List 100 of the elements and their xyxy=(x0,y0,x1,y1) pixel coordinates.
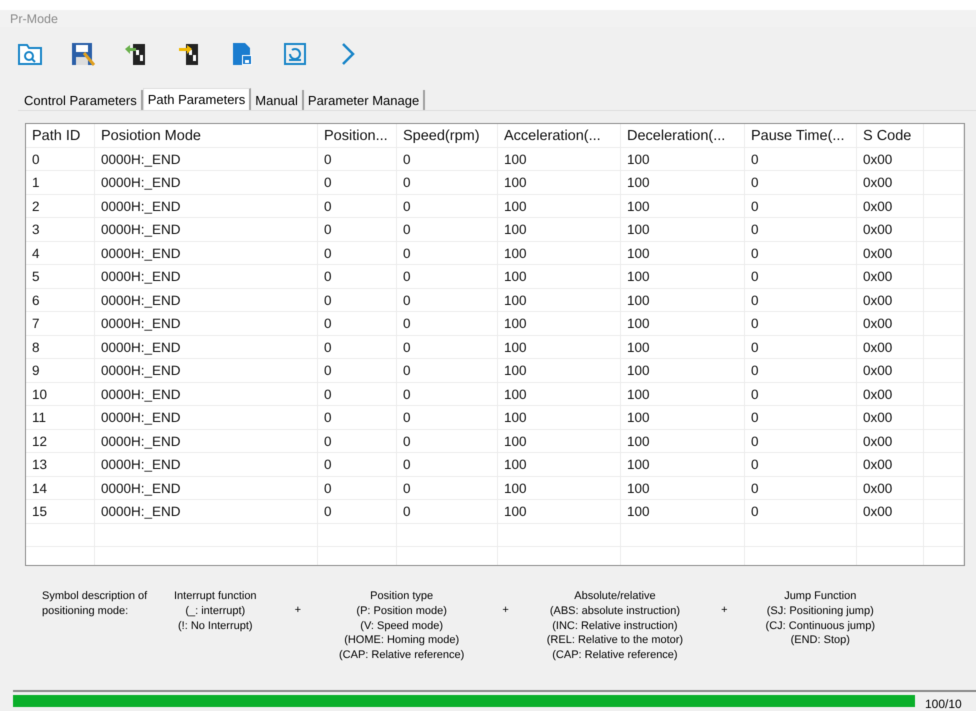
table-cell: 0 xyxy=(745,406,857,429)
table-cell: 13 xyxy=(26,453,95,476)
table-cell: 0 xyxy=(397,288,498,312)
table-cell: 100 xyxy=(621,382,745,406)
table-cell: 0 xyxy=(318,242,397,264)
table-cell: 0x00 xyxy=(857,288,924,312)
column-header[interactable]: Posiotion Mode xyxy=(95,124,318,147)
table-cell: 0 xyxy=(397,242,498,264)
column-header[interactable]: Deceleration(... xyxy=(621,124,745,147)
table-cell: 0 xyxy=(318,406,397,429)
table-cell: 0 xyxy=(745,148,857,170)
table-cell: 100 xyxy=(621,171,745,194)
table-cell: 0 xyxy=(745,359,857,382)
plus-sign: + xyxy=(294,603,301,618)
table-cell: 0x00 xyxy=(857,430,924,452)
table-cell: 0x00 xyxy=(857,312,924,335)
table-cell: 100 xyxy=(621,265,745,288)
table-cell: 100 xyxy=(498,242,621,264)
table-cell: 0 xyxy=(318,194,397,218)
table-cell: 5 xyxy=(26,265,95,288)
column-header[interactable]: S Code xyxy=(857,124,924,147)
table-cell: 0 xyxy=(318,312,397,335)
plus-sign: + xyxy=(502,603,509,618)
table-cell: 0x00 xyxy=(857,242,924,264)
table-cell: 10 xyxy=(26,382,95,406)
table-cell: 0000H:_END xyxy=(95,171,318,194)
table-cell: 0x00 xyxy=(857,453,924,476)
table-cell: 0x00 xyxy=(857,171,924,194)
table-cell: 14 xyxy=(26,476,95,500)
table-cell: 0 xyxy=(318,218,397,241)
table-cell: 0 xyxy=(318,265,397,288)
table-cell: 0x00 xyxy=(857,406,924,429)
table-cell: 100 xyxy=(621,288,745,312)
table-cell: 0000H:_END xyxy=(95,430,318,452)
progress-reading: 100/10 xyxy=(925,697,962,711)
table-cell: 0 xyxy=(397,218,498,241)
table-cell: 100 xyxy=(498,500,621,523)
table-cell: 0 xyxy=(318,359,397,382)
table-cell: 0000H:_END xyxy=(95,265,318,288)
table-cell: 100 xyxy=(621,430,745,452)
column-header[interactable]: Pause Time(... xyxy=(745,124,857,147)
table-cell: 0000H:_END xyxy=(95,406,318,429)
table-cell: 0 xyxy=(397,406,498,429)
column-header[interactable]: Position... xyxy=(318,124,397,147)
table-cell: 0000H:_END xyxy=(95,359,318,382)
table-cell: 0 xyxy=(318,148,397,170)
table-cell: 100 xyxy=(621,453,745,476)
table-cell: 100 xyxy=(621,312,745,335)
table-cell: 0 xyxy=(745,242,857,264)
table-cell: 100 xyxy=(498,336,621,358)
table-cell: 0 xyxy=(745,288,857,312)
table-cell: 0 xyxy=(745,336,857,358)
table-cell: 100 xyxy=(621,359,745,382)
table-cell: 100 xyxy=(621,406,745,429)
table-cell: 100 xyxy=(498,382,621,406)
table-cell: 0000H:_END xyxy=(95,288,318,312)
table-cell: 0 xyxy=(318,288,397,312)
table-cell: 15 xyxy=(26,500,95,523)
table-cell: 0 xyxy=(397,171,498,194)
plus-sign: + xyxy=(721,603,728,618)
table-cell: 0 xyxy=(745,171,857,194)
table-cell: 0 xyxy=(397,453,498,476)
table-cell: 0x00 xyxy=(857,336,924,358)
table-cell: 0 xyxy=(318,430,397,452)
table-cell: 100 xyxy=(498,194,621,218)
table-cell: 4 xyxy=(26,242,95,264)
table-cell: 11 xyxy=(26,406,95,429)
table-cell: 8 xyxy=(26,336,95,358)
legend-group: Absolute/relative (ABS: absolute instruction) (INC: Relative instruction) (REL: Relative to the motor) (CAP: Relative reference) xyxy=(546,589,684,668)
table-cell: 2 xyxy=(26,194,95,218)
table-cell: 7 xyxy=(26,312,95,335)
column-header[interactable]: Acceleration(... xyxy=(498,124,621,147)
table-cell: 100 xyxy=(498,453,621,476)
column-header[interactable]: Path ID xyxy=(26,124,95,147)
table-cell: 100 xyxy=(621,194,745,218)
table-cell: 0x00 xyxy=(857,500,924,523)
table-cell: 100 xyxy=(498,312,621,335)
table-cell: 100 xyxy=(498,406,621,429)
table-cell: 0 xyxy=(318,336,397,358)
table-cell: 100 xyxy=(621,242,745,264)
table-cell: 0000H:_END xyxy=(95,336,318,358)
column-header[interactable]: Speed(rpm) xyxy=(397,124,498,147)
table-cell: 0 xyxy=(745,476,857,500)
table-cell: 100 xyxy=(621,148,745,170)
table-cell: 0 xyxy=(745,430,857,452)
table-cell: 0 xyxy=(397,265,498,288)
table-cell: 0 xyxy=(397,430,498,452)
table-cell: 100 xyxy=(498,430,621,452)
table-cell: 0x00 xyxy=(857,218,924,241)
table-cell: 100 xyxy=(621,476,745,500)
table-cell: 0 xyxy=(745,194,857,218)
table-cell: 0x00 xyxy=(857,359,924,382)
table-cell: 0x00 xyxy=(857,476,924,500)
table-cell: 0000H:_END xyxy=(95,242,318,264)
table-cell: 100 xyxy=(621,500,745,523)
table-cell: 0 xyxy=(745,312,857,335)
legend-group: Jump Function (SJ: Positioning jump) (CJ: Continuous jump) (END: Stop) xyxy=(766,589,875,668)
tab[interactable]: Path Parameters xyxy=(142,88,252,110)
table-cell: 6 xyxy=(26,288,95,312)
table-cell: 100 xyxy=(498,476,621,500)
